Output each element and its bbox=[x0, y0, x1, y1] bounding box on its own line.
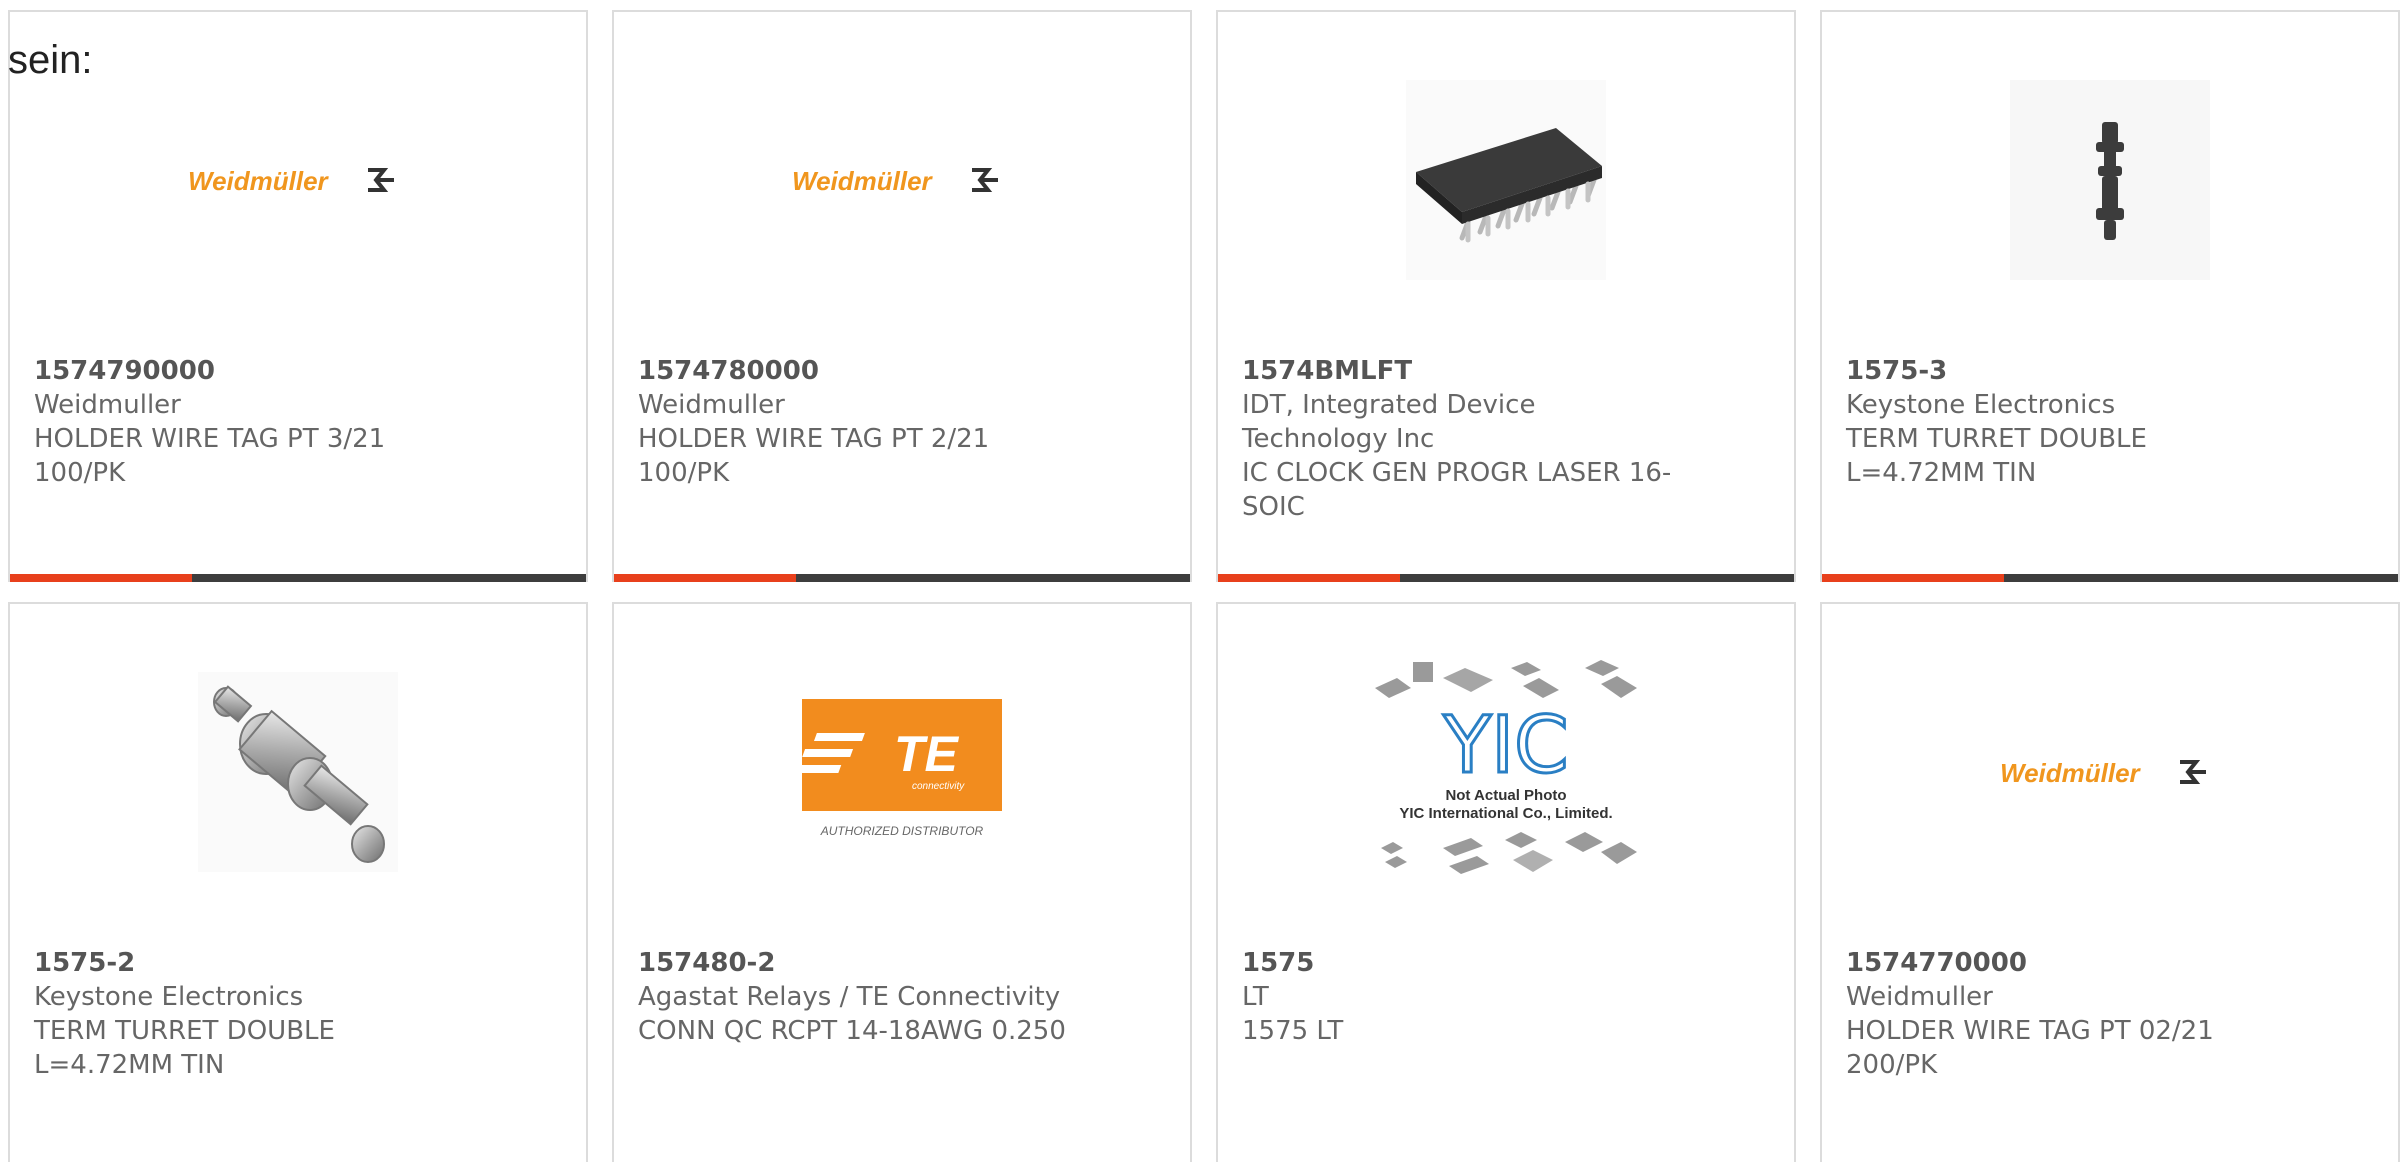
card-bottom-bar bbox=[614, 574, 1190, 582]
product-image[interactable]: TE connectivity AUTHORIZED DISTRIBUTOR bbox=[614, 670, 1190, 874]
product-image[interactable]: Weidmüller bbox=[1822, 670, 2398, 874]
product-image[interactable] bbox=[1218, 78, 1794, 282]
intro-text: sein: bbox=[8, 38, 93, 82]
product-card[interactable]: Weidmüller 1574790000 Weidmuller HOLDER … bbox=[8, 10, 588, 582]
product-card[interactable]: TE connectivity AUTHORIZED DISTRIBUTOR 1… bbox=[612, 602, 1192, 1162]
part-number[interactable]: 1575 bbox=[1242, 946, 1674, 980]
description: HOLDER WIRE TAG PT 2/21 100/PK bbox=[638, 424, 990, 488]
manufacturer: Keystone Electronics bbox=[1846, 390, 2116, 420]
soic-chip-icon bbox=[1406, 80, 1606, 280]
product-card[interactable]: 1575-3 Keystone Electronics TERM TURRET … bbox=[1820, 10, 2400, 582]
description: HOLDER WIRE TAG PT 02/21 200/PK bbox=[1846, 1016, 2214, 1080]
product-image[interactable] bbox=[10, 670, 586, 874]
description: CONN QC RCPT 14-18AWG 0.250 bbox=[638, 1016, 1066, 1046]
manufacturer: IDT, Integrated Device Technology Inc bbox=[1242, 390, 1536, 454]
part-number[interactable]: 1574780000 bbox=[638, 354, 1070, 388]
part-number[interactable]: 1574790000 bbox=[34, 354, 466, 388]
part-number[interactable]: 1575-2 bbox=[34, 946, 466, 980]
part-number[interactable]: 157480-2 bbox=[638, 946, 1070, 980]
description: HOLDER WIRE TAG PT 3/21 100/PK bbox=[34, 424, 386, 488]
product-info: 1575 LT 1575 LT bbox=[1242, 946, 1674, 1048]
card-bottom-bar bbox=[10, 574, 586, 582]
svg-text:AUTHORIZED DISTRIBUTOR: AUTHORIZED DISTRIBUTOR bbox=[820, 824, 984, 838]
product-info: 1575-3 Keystone Electronics TERM TURRET … bbox=[1846, 354, 2278, 490]
description: TERM TURRET DOUBLE L=4.72MM TIN bbox=[1846, 424, 2147, 488]
card-bottom-bar bbox=[1822, 574, 2398, 582]
svg-text:YIC: YIC bbox=[1442, 701, 1568, 791]
description: TERM TURRET DOUBLE L=4.72MM TIN bbox=[34, 1016, 335, 1080]
te-connectivity-logo-icon: TE connectivity AUTHORIZED DISTRIBUTOR bbox=[800, 699, 1002, 838]
manufacturer: Weidmuller bbox=[34, 390, 181, 420]
part-number[interactable]: 1574770000 bbox=[1846, 946, 2278, 980]
product-info: 1575-2 Keystone Electronics TERM TURRET … bbox=[34, 946, 466, 1082]
product-card[interactable]: 1575-2 Keystone Electronics TERM TURRET … bbox=[8, 602, 588, 1162]
product-image[interactable] bbox=[1822, 78, 2398, 282]
card-accent-bar bbox=[1218, 574, 1400, 582]
product-image[interactable]: YIC Not Actual Photo YIC International C… bbox=[1218, 660, 1794, 874]
card-accent-bar bbox=[1822, 574, 2004, 582]
product-info: 1574790000 Weidmuller HOLDER WIRE TAG PT… bbox=[34, 354, 466, 490]
card-accent-bar bbox=[10, 574, 192, 582]
product-info: 1574780000 Weidmuller HOLDER WIRE TAG PT… bbox=[638, 354, 1070, 490]
manufacturer: Keystone Electronics bbox=[34, 982, 304, 1012]
product-image[interactable]: Weidmüller bbox=[614, 78, 1190, 282]
svg-text:Weidmüller: Weidmüller bbox=[792, 166, 934, 196]
svg-text:Weidmüller: Weidmüller bbox=[2000, 758, 2142, 788]
weidmuller-logo-icon: Weidmüller bbox=[188, 166, 394, 196]
manufacturer: LT bbox=[1242, 982, 1269, 1012]
weidmuller-logo-icon: Weidmüller bbox=[2000, 758, 2206, 788]
svg-text:TE: TE bbox=[894, 726, 960, 782]
product-card[interactable]: Weidmüller 1574780000 Weidmuller HOLDER … bbox=[612, 10, 1192, 582]
part-number[interactable]: 1575-3 bbox=[1846, 354, 2278, 388]
product-info: 1574770000 Weidmuller HOLDER WIRE TAG PT… bbox=[1846, 946, 2278, 1082]
product-card[interactable]: Weidmüller 1574770000 Weidmuller HOLDER … bbox=[1820, 602, 2400, 1162]
description: 1575 LT bbox=[1242, 1016, 1344, 1046]
svg-text:Not Actual Photo: Not Actual Photo bbox=[1445, 787, 1566, 804]
manufacturer: Agastat Relays / TE Connectivity bbox=[638, 982, 1061, 1012]
manufacturer: Weidmuller bbox=[638, 390, 785, 420]
product-info: 157480-2 Agastat Relays / TE Connectivit… bbox=[638, 946, 1070, 1048]
turret-terminal-icon bbox=[198, 672, 398, 872]
product-card[interactable]: 1574BMLFT IDT, Integrated Device Technol… bbox=[1216, 10, 1796, 582]
card-bottom-bar bbox=[1218, 574, 1794, 582]
svg-text:connectivity: connectivity bbox=[912, 781, 965, 792]
product-card[interactable]: YIC Not Actual Photo YIC International C… bbox=[1216, 602, 1796, 1162]
part-number[interactable]: 1574BMLFT bbox=[1242, 354, 1674, 388]
turret-terminal-icon bbox=[2010, 80, 2210, 280]
card-accent-bar bbox=[614, 574, 796, 582]
product-image[interactable]: Weidmüller bbox=[10, 78, 586, 282]
description: IC CLOCK GEN PROGR LASER 16-SOIC bbox=[1242, 458, 1672, 522]
weidmuller-logo-icon: Weidmüller bbox=[792, 166, 998, 196]
product-info: 1574BMLFT IDT, Integrated Device Technol… bbox=[1242, 354, 1674, 524]
manufacturer: Weidmuller bbox=[1846, 982, 1993, 1012]
yic-placeholder-icon: YIC Not Actual Photo YIC International C… bbox=[1375, 660, 1637, 874]
svg-text:Weidmüller: Weidmüller bbox=[188, 166, 330, 196]
svg-text:YIC International Co., Limited: YIC International Co., Limited. bbox=[1399, 805, 1612, 822]
page: sein: Weidmüller 1574790000 Weidmuller H… bbox=[0, 0, 2400, 1162]
